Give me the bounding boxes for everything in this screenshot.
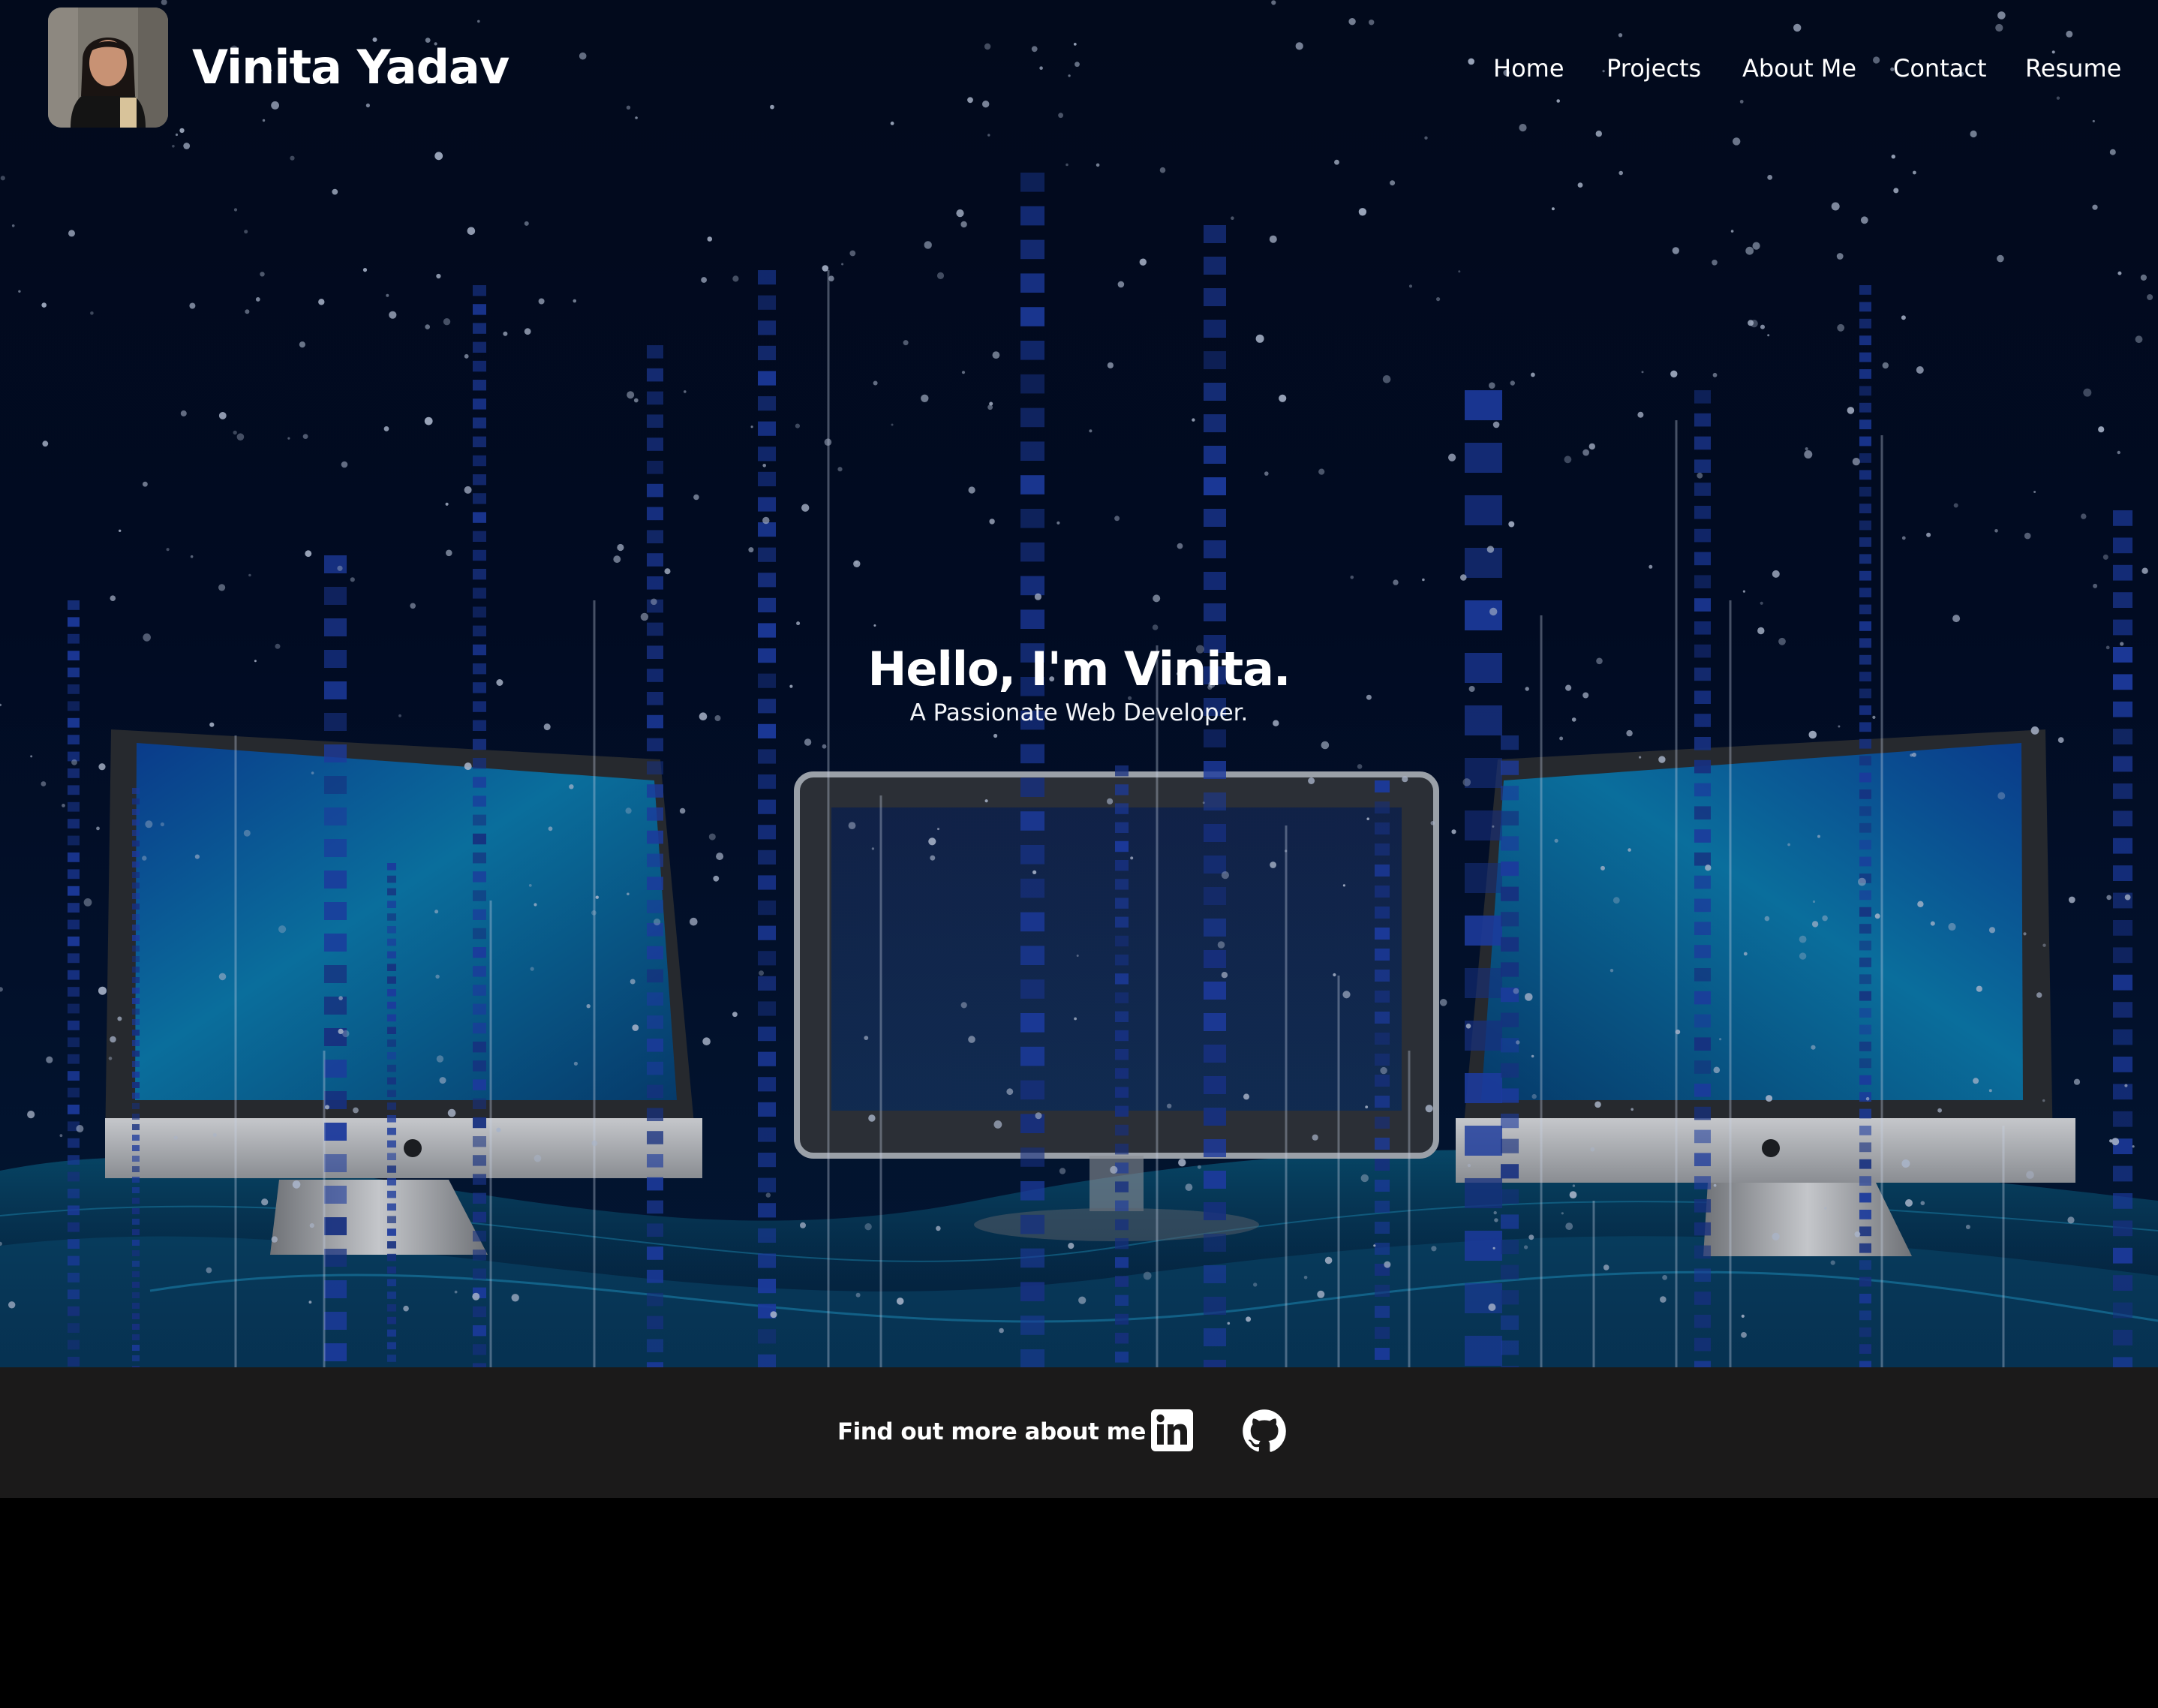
- footer-label: Find out more about me at:: [837, 1418, 1189, 1445]
- hero-subtitle: A Passionate Web Developer.: [909, 699, 1249, 726]
- nav-home[interactable]: Home: [1493, 50, 1564, 87]
- nav-contact[interactable]: Contact: [1893, 50, 1987, 87]
- nav-about-me[interactable]: About Me: [1742, 50, 1856, 87]
- nav-projects[interactable]: Projects: [1606, 50, 1701, 87]
- linkedin-icon[interactable]: [1151, 1409, 1193, 1451]
- site-footer: Find out more about me at:: [0, 1367, 2158, 1498]
- profile-photo: [48, 8, 168, 128]
- hero-section: Vinita Yadav Home Projects About Me Cont…: [0, 0, 2158, 1367]
- github-icon[interactable]: [1242, 1409, 1287, 1454]
- page-bottom-area: [0, 1498, 2158, 1708]
- hero-title: Hello, I'm Vinita.: [867, 642, 1291, 696]
- brand-name: Vinita Yadav: [192, 40, 509, 95]
- left-monitor-illustration: [105, 729, 702, 1255]
- nav-resume[interactable]: Resume: [2025, 50, 2121, 87]
- site-header: Vinita Yadav Home Projects About Me Cont…: [0, 0, 2158, 139]
- profile-avatar: [48, 8, 168, 128]
- right-monitor-illustration: [1456, 729, 2075, 1256]
